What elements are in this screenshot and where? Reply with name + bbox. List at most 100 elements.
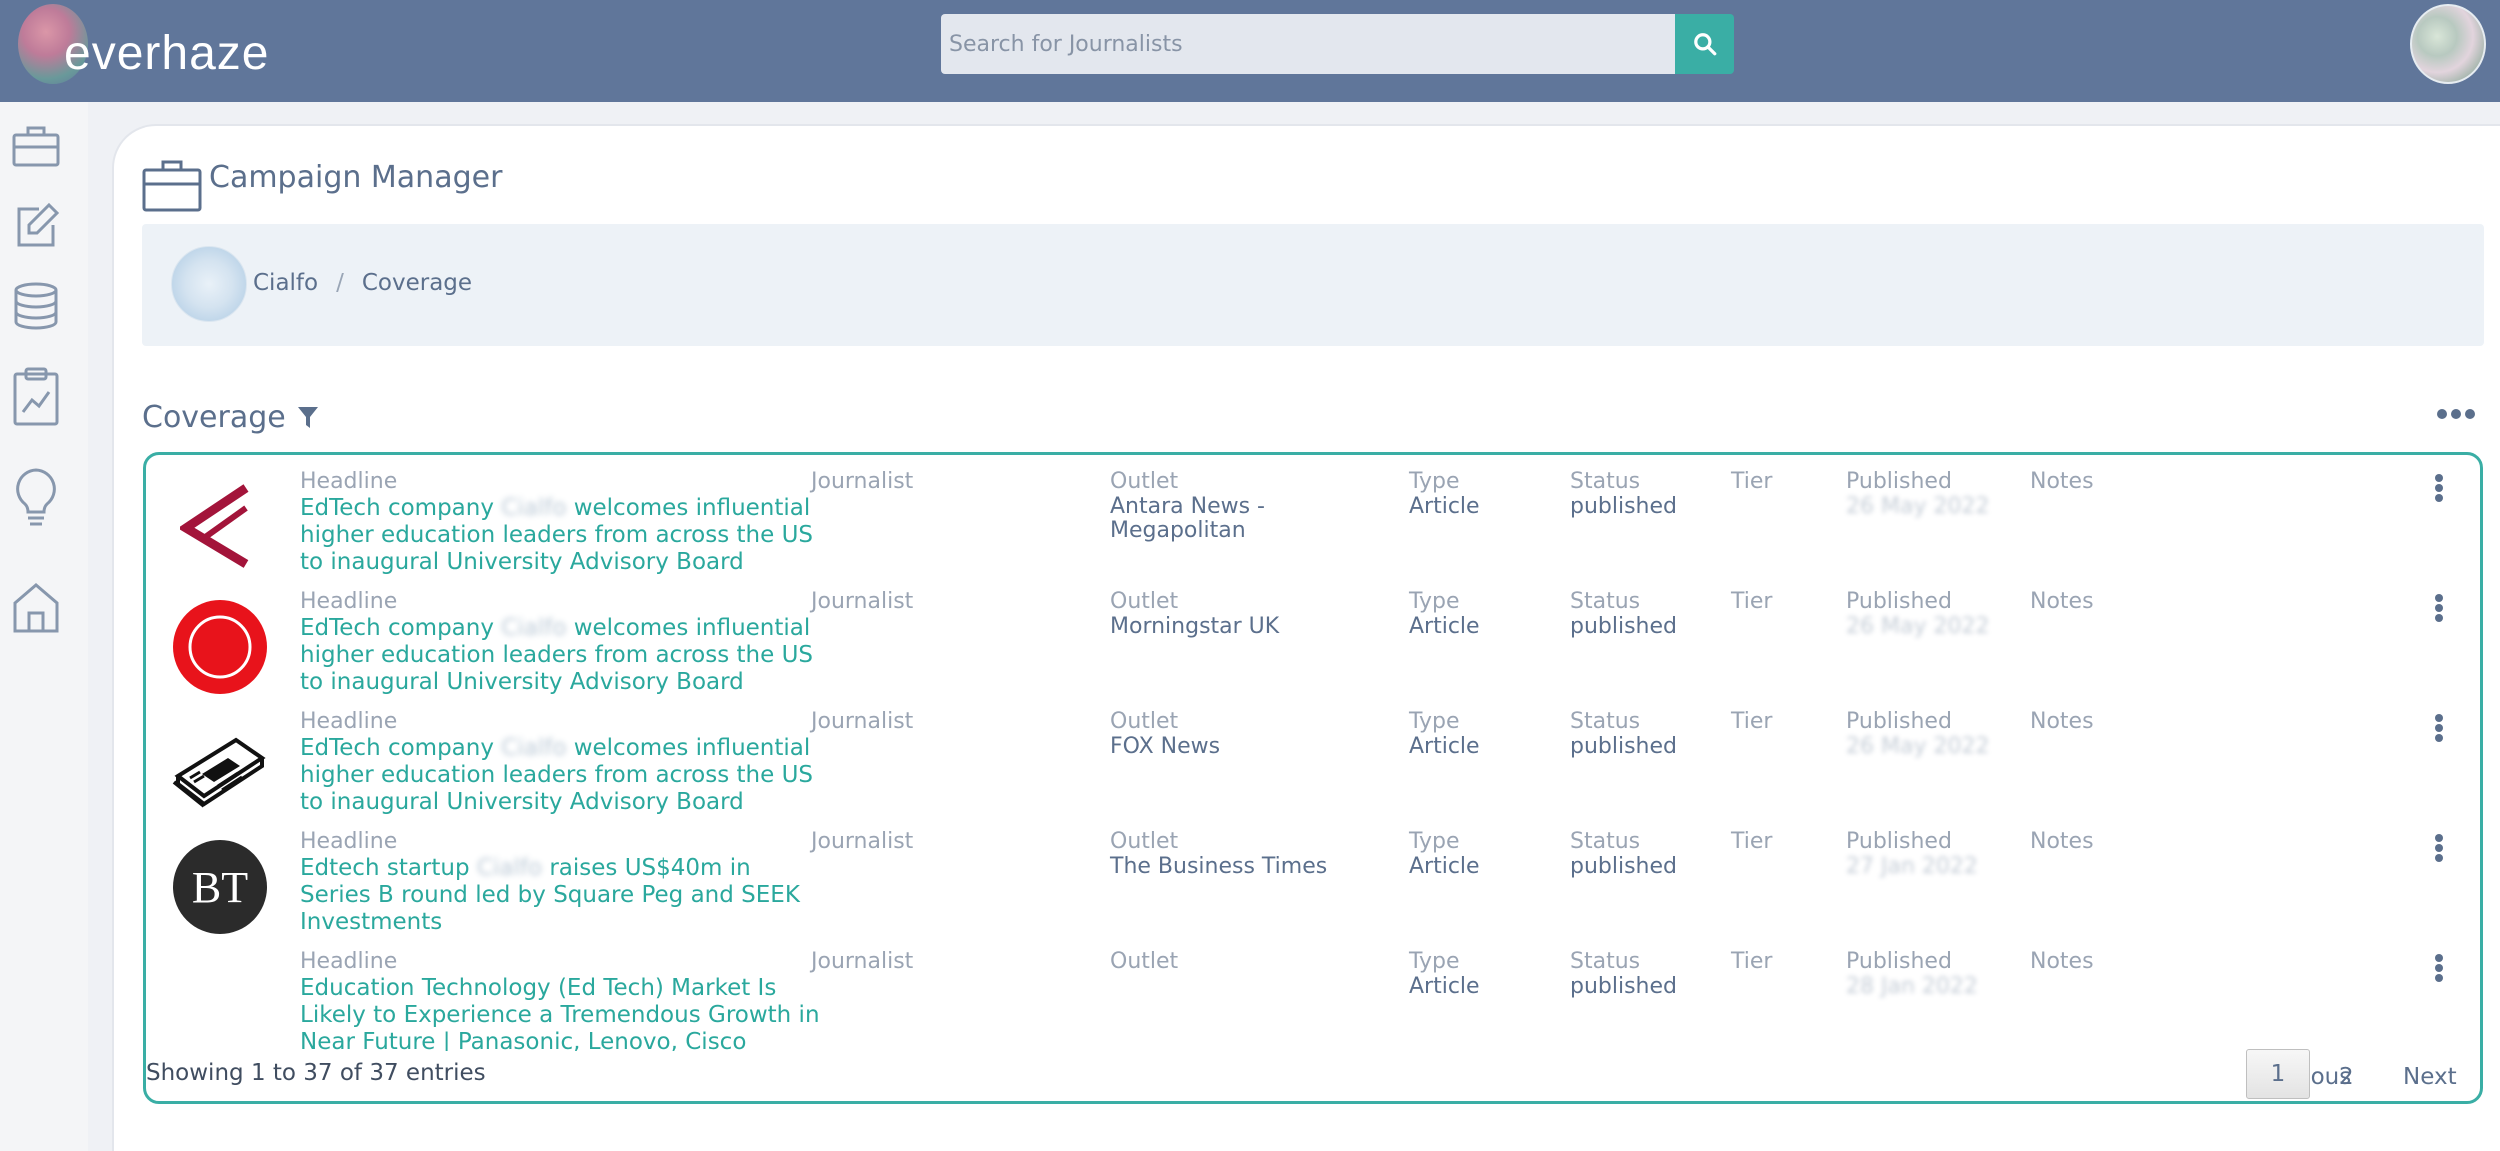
- row-menu-icon[interactable]: [2433, 953, 2445, 987]
- headline-link[interactable]: EdTech company Cialfo welcomes influenti…: [300, 735, 820, 816]
- outlet-logo: BT: [172, 839, 268, 935]
- notes-label: Notes: [2030, 829, 2094, 854]
- outlet-label: Outlet: [1110, 709, 1179, 734]
- published-date: 27 Jan 2022: [1846, 854, 1978, 879]
- outlet-value: Morningstar UK: [1110, 614, 1280, 639]
- table-row[interactable]: BT Headline Edtech startup Cialfo raises U…: [146, 815, 2480, 935]
- headline-text: Edtech startup: [300, 855, 477, 881]
- journalist-search-input[interactable]: [941, 14, 1675, 74]
- status-label: Status: [1570, 709, 1641, 734]
- journalist-label: Journalist: [811, 589, 914, 614]
- redacted-client-name: Cialfo: [501, 495, 567, 521]
- edit-icon[interactable]: [8, 194, 64, 258]
- home-icon[interactable]: [8, 576, 64, 640]
- published-date: 26 May 2022: [1846, 614, 1990, 639]
- type-label: Type: [1409, 589, 1460, 614]
- notes-label: Notes: [2030, 709, 2094, 734]
- type-value: Article: [1409, 974, 1480, 999]
- table-row[interactable]: Headline EdTech company Cialfo welcomes i…: [146, 695, 2480, 815]
- pagination: Previous 1 2 Next: [146, 1049, 2480, 1099]
- redacted-client-name: Cialfo: [501, 735, 567, 761]
- outlet-cell: Outlet Morningstar UK: [1110, 589, 1350, 639]
- tier-label: Tier: [1731, 589, 1773, 614]
- outlet-cell: Outlet The Business Times: [1110, 829, 1350, 879]
- table-row[interactable]: Headline EdTech company Cialfo welcomes i…: [146, 455, 2480, 575]
- journalist-label: Journalist: [811, 949, 914, 974]
- user-avatar[interactable]: [2410, 4, 2486, 84]
- headline-text: EdTech company: [300, 735, 502, 761]
- sidebar: [0, 102, 88, 1151]
- outlet-cell: Outlet: [1110, 949, 1350, 975]
- published-date: 28 Jan 2022: [1846, 974, 1978, 999]
- breadcrumb-client[interactable]: Cialfo: [253, 270, 318, 296]
- journalist-cell: Journalist: [811, 829, 913, 855]
- notes-cell: Notes: [2030, 469, 2094, 495]
- table-row[interactable]: Headline Education Technology (Ed Tech) M…: [146, 935, 2480, 1051]
- headline-label: Headline: [300, 709, 398, 734]
- notes-label: Notes: [2030, 949, 2094, 974]
- notes-cell: Notes: [2030, 709, 2094, 735]
- row-menu-icon[interactable]: [2433, 833, 2445, 867]
- outlet-cell: Outlet FOX News: [1110, 709, 1350, 759]
- journalist-label: Journalist: [811, 829, 914, 854]
- logo-text: everhaze: [64, 27, 270, 80]
- app-logo[interactable]: everhaze: [18, 4, 298, 94]
- outlet-label: Outlet: [1110, 949, 1179, 974]
- type-label: Type: [1409, 709, 1460, 734]
- headline-text: EdTech company: [300, 495, 502, 521]
- coverage-title: Coverage: [142, 400, 286, 435]
- pagination-page-1[interactable]: 1: [2246, 1049, 2310, 1099]
- redacted-client-name: Cialfo: [476, 855, 543, 881]
- tier-label: Tier: [1731, 949, 1773, 974]
- row-menu-icon[interactable]: [2433, 713, 2445, 747]
- lightbulb-icon[interactable]: [8, 466, 64, 530]
- status-cell: Status published: [1570, 469, 1677, 519]
- tier-label: Tier: [1731, 829, 1773, 854]
- bt-logo-icon: BT: [173, 840, 267, 934]
- bt-logo-text: BT: [192, 863, 248, 912]
- pagination-next[interactable]: Next: [2403, 1064, 2457, 1090]
- outlet-cell: Outlet Antara News - Megapolitan: [1110, 469, 1350, 543]
- headline-label: Headline: [300, 949, 398, 974]
- headline-link[interactable]: EdTech company Cialfo welcomes influenti…: [300, 495, 820, 576]
- row-menu-icon[interactable]: [2433, 473, 2445, 507]
- type-value: Article: [1409, 494, 1480, 519]
- published-cell: Published 27 Jan 2022: [1846, 829, 1978, 879]
- search-button[interactable]: [1675, 14, 1734, 74]
- type-value: Article: [1409, 734, 1480, 759]
- pagination-page-2[interactable]: 2: [2339, 1064, 2354, 1090]
- headline-cell: Headline Education Technology (Ed Tech) M…: [300, 949, 820, 1051]
- more-options-icon[interactable]: [2436, 406, 2476, 425]
- status-cell: Status published: [1570, 589, 1677, 639]
- notes-label: Notes: [2030, 469, 2094, 494]
- breadcrumb: [142, 224, 2484, 346]
- published-cell: Published 28 Jan 2022: [1846, 949, 1978, 999]
- headline-text: EdTech company: [300, 615, 502, 641]
- published-label: Published: [1846, 709, 1952, 734]
- breadcrumb-trail: Cialfo / Coverage: [253, 270, 472, 296]
- status-cell: Status published: [1570, 709, 1677, 759]
- headline-cell: Headline EdTech company Cialfo welcomes i…: [300, 589, 820, 696]
- outlet-label: Outlet: [1110, 589, 1179, 614]
- outlet-value: Antara News - Megapolitan: [1110, 494, 1265, 543]
- type-label: Type: [1409, 829, 1460, 854]
- table-row[interactable]: Headline EdTech company Cialfo welcomes i…: [146, 575, 2480, 695]
- journalist-cell: Journalist: [811, 709, 913, 735]
- status-value: published: [1570, 614, 1678, 639]
- type-value: Article: [1409, 614, 1480, 639]
- journalist-label: Journalist: [811, 709, 914, 734]
- briefcase-icon[interactable]: [8, 114, 64, 178]
- notes-cell: Notes: [2030, 949, 2094, 975]
- search-icon: [1693, 33, 1716, 56]
- headline-link[interactable]: Education Technology (Ed Tech) Market Is…: [300, 975, 820, 1051]
- clipboard-chart-icon[interactable]: [8, 364, 64, 428]
- published-cell: Published 26 May 2022: [1846, 469, 1989, 519]
- type-cell: Type Article: [1409, 589, 1480, 639]
- filter-icon[interactable]: [296, 404, 320, 436]
- tier-cell: Tier: [1731, 949, 1772, 975]
- headline-link[interactable]: EdTech company Cialfo welcomes influenti…: [300, 615, 820, 696]
- row-menu-icon[interactable]: [2433, 593, 2445, 627]
- morningstar-logo-icon: [173, 600, 267, 694]
- database-icon[interactable]: [8, 274, 64, 338]
- headline-link[interactable]: Edtech startup Cialfo raises US$40m in S…: [300, 855, 820, 936]
